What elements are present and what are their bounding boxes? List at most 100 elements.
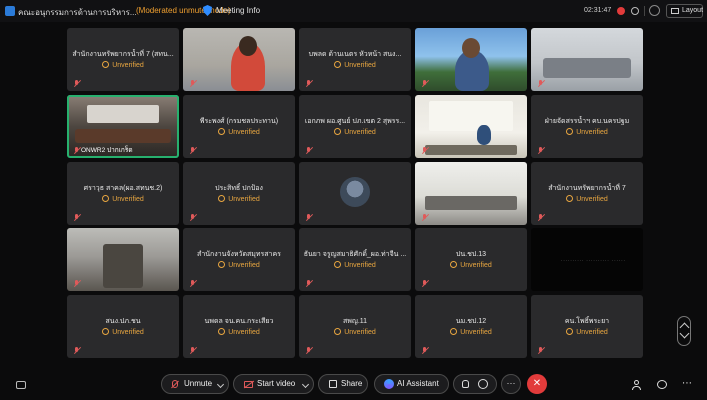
participant-tile[interactable]: พีระพงศ์ (กรมชลประทาน) Unverified (183, 95, 295, 158)
meeting-timer: 02:31:47 (584, 7, 612, 14)
verification-status: Unverified (299, 128, 411, 136)
meeting-table (543, 58, 631, 78)
start-video-button[interactable]: Start video (233, 374, 314, 394)
participant-tile[interactable]: สำนักงานทรัพยากรน้ำที่ 7 (สทน... Unverif… (67, 28, 179, 91)
mic-muted-icon (189, 280, 196, 287)
chevron-down-icon[interactable] (301, 380, 310, 389)
participant-tile[interactable]: นม.ชป.12 Unverified (415, 295, 527, 358)
chevron-down-icon[interactable] (679, 328, 690, 339)
chat-icon[interactable] (657, 380, 667, 389)
person-head (239, 36, 257, 56)
recording-icon[interactable] (617, 7, 625, 15)
participant-tile[interactable]: สพญ.11 Unverified (299, 295, 411, 358)
page-scroller[interactable] (677, 316, 691, 346)
verification-status: Unverified (299, 328, 411, 336)
mic-muted-icon (537, 80, 544, 87)
participant-tile[interactable]: ประสิทธิ์ ปกป้อง Unverified (183, 162, 295, 225)
participants-icon[interactable] (632, 380, 642, 390)
participant-tile[interactable]: สำนักงานทรัพยากรน้ำที่ 7 Unverified (531, 162, 643, 225)
participant-video-tile[interactable] (183, 28, 295, 91)
ai-assistant-button[interactable]: AI Assistant (374, 374, 449, 394)
mic-muted-icon (537, 214, 544, 221)
participant-video-tile[interactable] (415, 95, 527, 158)
verification-status: Unverified (299, 261, 411, 269)
participant-video-tile[interactable] (415, 162, 527, 225)
participant-tile[interactable]: เอกภพ ผอ.ศูนย์ ปภ.เขต 2 สุพรร... Unverif… (299, 95, 411, 158)
mic-muted-icon (73, 280, 80, 287)
mic-muted-icon (421, 80, 428, 87)
meeting-title: คณะอนุกรรมการด้านการบริหาร... (18, 8, 137, 17)
verification-status: Unverified (183, 328, 295, 336)
active-speaker-tile[interactable]: ONWR2 ปากเกร็ด (67, 95, 179, 158)
verification-status: Unverified (183, 261, 295, 269)
participant-tile[interactable]: สนง.ปภ.ชน Unverified (67, 295, 179, 358)
options-icon[interactable] (649, 5, 660, 16)
participant-tile[interactable]: ฝ่ายจัดสรรน้ำฯ คบ.นครปฐม Unverified (531, 95, 643, 158)
screen-text-blur: ·········· ·········· ······ (561, 258, 626, 263)
share-icon (329, 380, 337, 388)
mic-muted-icon (421, 214, 428, 221)
verification-status: Unverified (531, 128, 643, 136)
participant-label: ONWR2 ปากเกร็ด (81, 147, 133, 154)
mic-icon (73, 147, 80, 154)
meeting-table (425, 196, 517, 210)
mic-muted-icon (189, 214, 196, 221)
participant-video-tile[interactable] (531, 28, 643, 91)
verification-status: Unverified (67, 195, 179, 203)
meeting-info-button[interactable]: Meeting Info (216, 6, 260, 15)
mic-muted-icon (189, 347, 196, 354)
more-options-button[interactable]: ··· (501, 374, 521, 394)
leave-meeting-button[interactable]: ✕ (527, 374, 547, 394)
mic-muted-icon (305, 80, 312, 87)
verification-status: Unverified (531, 195, 643, 203)
mic-muted-icon (537, 147, 544, 154)
participant-video-tile[interactable]: ·········· ·········· ······ (531, 228, 643, 291)
more-menu-icon[interactable]: ⋯ (682, 379, 692, 389)
status-icon[interactable] (631, 7, 639, 15)
verification-status: Unverified (67, 61, 179, 69)
participant-name: สพญ.11 (342, 318, 368, 325)
participant-tile[interactable]: นพดล จน.คน.กระเสียว Unverified (183, 295, 295, 358)
verification-status: Unverified (183, 195, 295, 203)
participant-name: เอกภพ ผอ.ศูนย์ ปภ.เขต 2 สุพรร... (304, 118, 406, 125)
projection-screen (87, 105, 159, 123)
participant-video-tile[interactable] (67, 228, 179, 291)
top-bar: คณะอนุกรรมการด้านการบริหาร... (Moderated… (0, 0, 707, 22)
participant-name: นม.ชป.12 (455, 318, 487, 325)
participant-tile[interactable]: คน.โพธิ์พระยา Unverified (531, 295, 643, 358)
participant-name: บพลด ด้านเนตร หัวหน้า สนง... (308, 51, 402, 58)
participant-name: ฝ่ายจัดสรรน้ำฯ คบ.นครปฐม (544, 118, 630, 125)
participant-tile[interactable]: ธันยา จรูญสมาธิศักดิ์_ผอ.ท่าจีน ... Unve… (299, 228, 411, 291)
app-logo-icon (5, 6, 15, 16)
divider (644, 6, 645, 16)
participant-tile[interactable]: บพลด ด้านเนตร หัวหน้า สนง... Unverified (299, 28, 411, 91)
raise-hand-icon[interactable] (462, 380, 469, 388)
verification-status: Unverified (67, 328, 179, 336)
share-button[interactable]: Share (318, 374, 368, 394)
mic-muted-icon (305, 280, 312, 287)
mic-muted-icon (305, 147, 312, 154)
reactions-button[interactable] (453, 374, 497, 394)
participant-name: ธันยา จรูญสมาธิศักดิ์_ผอ.ท่าจีน ... (303, 251, 407, 258)
mic-muted-icon (421, 280, 428, 287)
participant-tile[interactable]: ศราวุธ สาคล(ผอ.สทนช.2) Unverified (67, 162, 179, 225)
mic-muted-icon (421, 147, 428, 154)
participant-tile[interactable]: ปน.ชป.13 Unverified (415, 228, 527, 291)
layout-button[interactable]: Layout (666, 4, 703, 18)
participant-avatar-tile[interactable] (299, 162, 411, 225)
ai-assistant-label: AI Assistant (397, 379, 439, 388)
mic-muted-icon (305, 347, 312, 354)
mic-muted-icon (73, 80, 80, 87)
chevron-down-icon[interactable] (216, 380, 225, 389)
unmute-button[interactable]: Unmute (161, 374, 229, 394)
participant-video-tile[interactable] (415, 28, 527, 91)
participant-name: นพดล จน.คน.กระเสียว (204, 318, 274, 325)
participant-name: พีระพงศ์ (กรมชลประทาน) (199, 118, 279, 125)
person-figure (477, 125, 491, 145)
mic-muted-icon (305, 214, 312, 221)
verification-status: Unverified (299, 61, 411, 69)
captions-icon[interactable] (16, 381, 26, 389)
participant-tile[interactable]: สำนักงานจังหวัดสมุทรสาคร Unverified (183, 228, 295, 291)
emoji-icon[interactable] (478, 379, 488, 389)
meeting-table (75, 129, 171, 143)
